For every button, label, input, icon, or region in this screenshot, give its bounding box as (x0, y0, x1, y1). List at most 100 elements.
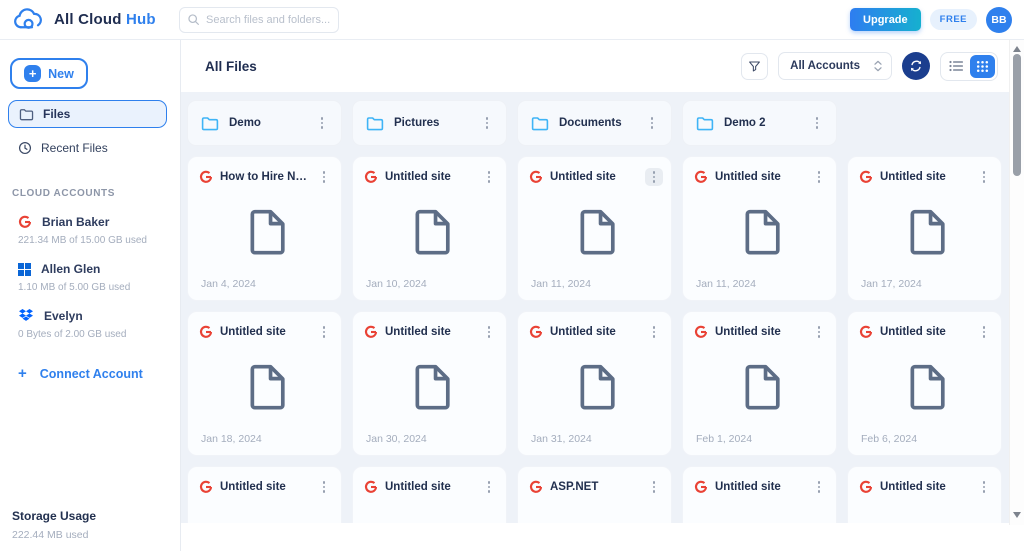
file-card[interactable]: Untitled site Jan 18, 2024 (187, 311, 342, 456)
sidebar-item-files[interactable]: Files (8, 100, 167, 128)
more-options-button[interactable] (315, 168, 333, 186)
file-card[interactable]: Untitled site (847, 466, 1002, 523)
more-options-button[interactable] (315, 478, 333, 496)
more-options-button[interactable] (480, 168, 498, 186)
file-date: Jan 18, 2024 (201, 433, 262, 445)
file-card[interactable]: Untitled site (682, 466, 837, 523)
refresh-button[interactable] (902, 52, 930, 80)
search-input[interactable] (179, 6, 339, 33)
brand-name: All Cloud Hub (54, 11, 156, 28)
google-file-icon (694, 170, 708, 184)
folder-card[interactable]: Demo (187, 100, 342, 146)
sidebar-item-label: Files (43, 107, 71, 121)
file-name: Untitled site (385, 171, 451, 183)
grid-view-button[interactable] (970, 54, 995, 78)
file-card[interactable]: Untitled site Jan 17, 2024 (847, 156, 1002, 301)
folder-icon (696, 116, 714, 131)
account-item[interactable]: Evelyn (18, 309, 180, 323)
file-card[interactable]: Untitled site Feb 6, 2024 (847, 311, 1002, 456)
file-card[interactable]: How to Hire No... Jan 4, 2024 (187, 156, 342, 301)
more-options-button[interactable] (313, 114, 331, 132)
file-card[interactable]: Untitled site Jan 11, 2024 (517, 156, 672, 301)
more-options-button[interactable] (643, 114, 661, 132)
upgrade-button[interactable]: Upgrade (850, 8, 921, 31)
refresh-icon (909, 59, 923, 73)
accounts-list: Brian Baker 221.34 MB of 15.00 GB used All… (0, 199, 180, 340)
file-card[interactable]: Untitled site Feb 1, 2024 (682, 311, 837, 456)
user-avatar[interactable]: BB (986, 6, 1012, 33)
more-options-button[interactable] (645, 323, 663, 341)
folder-name: Demo (229, 117, 261, 129)
more-options-button[interactable] (810, 323, 828, 341)
sidebar-item-recent-files[interactable]: Recent Files (8, 134, 167, 162)
folder-icon (19, 108, 34, 121)
files-toolbar: All Files All Accounts (181, 40, 1024, 92)
new-button[interactable]: + New (10, 58, 88, 89)
more-options-button[interactable] (645, 478, 663, 496)
filter-button[interactable] (741, 52, 769, 80)
file-date: Jan 30, 2024 (366, 433, 427, 445)
file-name: Untitled site (385, 481, 451, 493)
google-file-icon (859, 480, 873, 494)
file-name: Untitled site (220, 326, 286, 338)
storage-used-value: 222.44 MB used (12, 529, 89, 541)
google-drive-icon (18, 215, 32, 229)
app-window: All Cloud Hub Upgrade FREE BB + New (0, 0, 1024, 551)
google-file-icon (364, 325, 378, 339)
scrollbar[interactable] (1009, 40, 1024, 525)
more-options-button[interactable] (975, 478, 993, 496)
account-usage: 0 Bytes of 2.00 GB used (18, 329, 127, 340)
more-options-button[interactable] (975, 168, 993, 186)
folder-card[interactable]: Pictures (352, 100, 507, 146)
google-file-icon (529, 480, 543, 494)
scroll-up-arrow-icon[interactable] (1013, 44, 1021, 52)
cloud-logo-icon (12, 7, 46, 32)
more-options-button[interactable] (315, 323, 333, 341)
folder-card[interactable]: Documents (517, 100, 672, 146)
file-name: Untitled site (880, 171, 946, 183)
dropbox-icon (18, 309, 34, 323)
google-file-icon (199, 325, 213, 339)
file-card[interactable]: Untitled site (352, 466, 507, 523)
connect-account-button[interactable]: + Connect Account (18, 366, 180, 381)
file-card[interactable]: Untitled site Jan 31, 2024 (517, 311, 672, 456)
more-options-button[interactable] (480, 323, 498, 341)
more-options-button[interactable] (810, 478, 828, 496)
more-options-button[interactable] (478, 114, 496, 132)
account-item[interactable]: Allen Glen (18, 262, 180, 276)
file-date: Jan 11, 2024 (531, 278, 591, 290)
files-grid: How to Hire No... Jan 4, 2024 Untitled sit… (187, 156, 1024, 523)
brand-logo[interactable]: All Cloud Hub (0, 7, 166, 32)
more-options-button[interactable] (810, 168, 828, 186)
account-item[interactable]: Brian Baker (18, 215, 180, 229)
more-options-button[interactable] (975, 323, 993, 341)
more-options-button[interactable] (480, 478, 498, 496)
file-name: Untitled site (715, 326, 781, 338)
file-card[interactable]: Untitled site Jan 10, 2024 (352, 156, 507, 301)
plus-icon: + (18, 365, 27, 382)
list-view-button[interactable] (943, 55, 968, 78)
scrollbar-thumb[interactable] (1013, 54, 1021, 176)
file-card[interactable]: Untitled site Jan 30, 2024 (352, 311, 507, 456)
account-usage: 1.10 MB of 5.00 GB used (18, 282, 131, 293)
document-icon (575, 207, 617, 257)
document-icon (410, 362, 452, 412)
accounts-filter-select[interactable]: All Accounts (778, 52, 892, 80)
scroll-down-arrow-icon[interactable] (1013, 512, 1021, 520)
folder-name: Documents (559, 117, 622, 129)
file-card[interactable]: Untitled site Jan 11, 2024 (682, 156, 837, 301)
more-options-button[interactable] (645, 168, 663, 186)
list-view-icon (948, 60, 963, 72)
more-options-button[interactable] (808, 114, 826, 132)
file-card[interactable]: ASP.NET (517, 466, 672, 523)
view-toggle (940, 51, 998, 81)
file-date: Feb 6, 2024 (861, 433, 918, 445)
google-file-icon (199, 170, 213, 184)
account-name: Allen Glen (41, 262, 101, 276)
filter-icon (748, 60, 761, 73)
folder-card[interactable]: Demo 2 (682, 100, 837, 146)
file-date: Jan 10, 2024 (366, 278, 427, 290)
google-file-icon (529, 325, 543, 339)
sidebar-item-label: Recent Files (41, 141, 108, 155)
file-card[interactable]: Untitled site (187, 466, 342, 523)
